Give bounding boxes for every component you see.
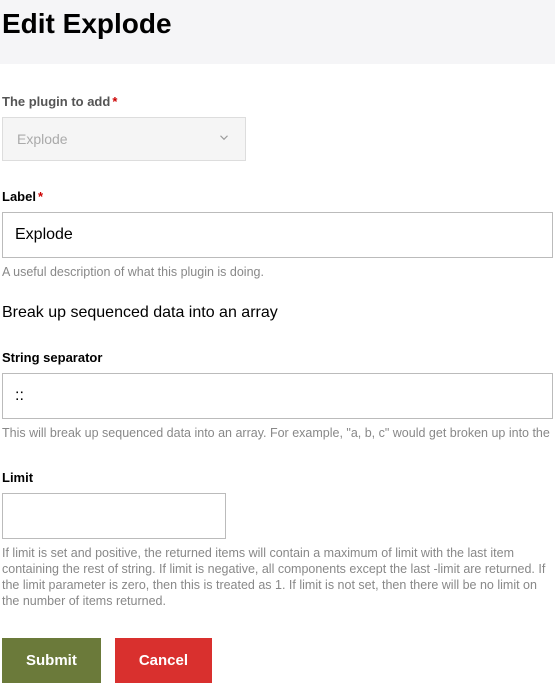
separator-label: String separator xyxy=(2,350,553,365)
label-required-marker: * xyxy=(38,189,43,204)
limit-label: Limit xyxy=(2,470,553,485)
form-area: The plugin to add* Explode Label* A usef… xyxy=(0,64,555,683)
label-input[interactable] xyxy=(2,212,553,258)
separator-group: String separator This will break up sequ… xyxy=(2,350,553,441)
cancel-button[interactable]: Cancel xyxy=(115,638,212,683)
plugin-label: The plugin to add* xyxy=(2,94,553,109)
chevron-down-icon xyxy=(217,131,231,148)
label-help-text: A useful description of what this plugin… xyxy=(2,264,553,280)
label-field-label: Label* xyxy=(2,189,553,204)
page-title: Edit Explode xyxy=(0,8,555,40)
separator-help-text: This will break up sequenced data into a… xyxy=(2,425,553,441)
limit-help-text: If limit is set and positive, the return… xyxy=(2,545,553,610)
plugin-selected-value: Explode xyxy=(17,131,68,147)
limit-input[interactable] xyxy=(2,493,226,539)
page-header: Edit Explode xyxy=(0,0,555,64)
submit-button[interactable]: Submit xyxy=(2,638,101,683)
plugin-label-text: The plugin to add xyxy=(2,94,110,109)
button-row: Submit Cancel xyxy=(2,638,553,683)
limit-group: Limit If limit is set and positive, the … xyxy=(2,470,553,610)
plugin-description: Break up sequenced data into an array xyxy=(2,304,553,322)
separator-input[interactable] xyxy=(2,373,553,419)
label-field-label-text: Label xyxy=(2,189,36,204)
label-group: Label* A useful description of what this… xyxy=(2,189,553,280)
plugin-select[interactable]: Explode xyxy=(2,117,246,161)
plugin-group: The plugin to add* Explode xyxy=(2,94,553,161)
plugin-required-marker: * xyxy=(112,94,117,109)
